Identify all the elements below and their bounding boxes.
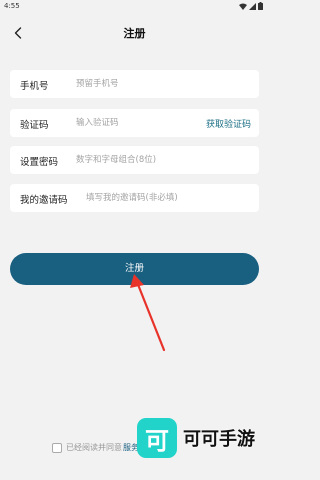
status-time: 4:55 bbox=[4, 2, 20, 10]
status-bar: 4:55 bbox=[0, 0, 269, 14]
password-label: 设置密码 bbox=[20, 157, 59, 168]
watermark-logo: 可 bbox=[137, 418, 177, 458]
nav-bar: 注册 bbox=[0, 18, 269, 48]
page-title: 注册 bbox=[123, 27, 146, 40]
watermark: 可 可可手游 bbox=[137, 418, 255, 458]
agree-checkbox[interactable] bbox=[52, 442, 62, 453]
invite-field: 我的邀请码 bbox=[10, 184, 259, 212]
code-field: 验证码 获取验证码 bbox=[10, 109, 259, 137]
phone-input[interactable] bbox=[76, 77, 246, 91]
status-icons bbox=[239, 2, 263, 10]
watermark-text: 可可手游 bbox=[183, 429, 255, 450]
signal-icon bbox=[249, 2, 256, 10]
wifi-icon bbox=[239, 3, 247, 10]
get-code-button[interactable]: 获取验证码 bbox=[206, 117, 251, 130]
code-input[interactable] bbox=[76, 116, 181, 130]
phone-label: 手机号 bbox=[20, 81, 49, 92]
code-label: 验证码 bbox=[20, 120, 49, 131]
invite-label: 我的邀请码 bbox=[20, 195, 68, 206]
agreement-text: 已经阅读并同意 bbox=[66, 443, 122, 452]
phone-field: 手机号 bbox=[10, 70, 259, 98]
password-field: 设置密码 bbox=[10, 146, 259, 174]
battery-icon bbox=[258, 2, 263, 10]
pointer-arrow-icon bbox=[130, 274, 166, 352]
password-input[interactable] bbox=[76, 153, 246, 167]
invite-input[interactable] bbox=[86, 191, 251, 205]
